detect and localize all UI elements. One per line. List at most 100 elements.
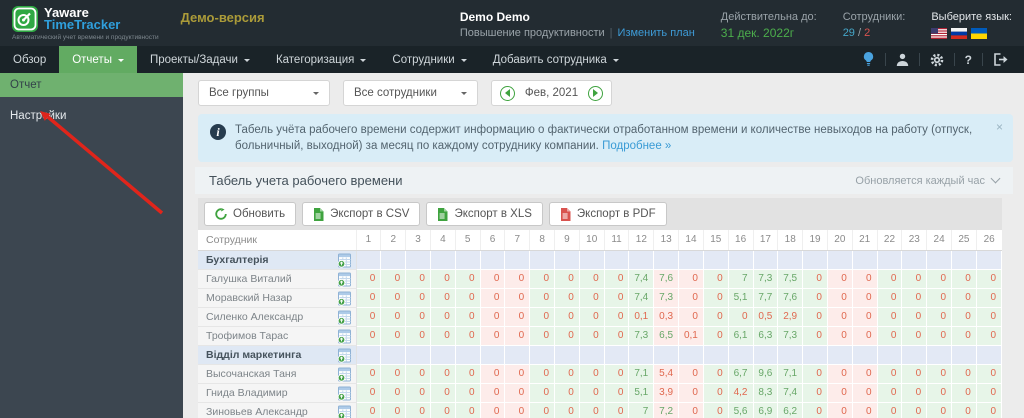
chevron-down-icon	[460, 58, 467, 65]
calendar-icon[interactable]	[337, 290, 352, 306]
hours-cell: 7,6	[777, 287, 804, 308]
group-day-cell	[926, 344, 952, 365]
hours-cell: 0	[603, 268, 630, 289]
plan-divider: |	[609, 26, 613, 39]
group-day-cell	[876, 249, 903, 270]
change-plan-link[interactable]: Изменить план	[618, 27, 695, 39]
close-icon[interactable]: ×	[996, 119, 1003, 135]
next-month-button[interactable]	[587, 85, 603, 101]
calendar-icon[interactable]	[337, 252, 352, 268]
nav-item-employees[interactable]: Сотрудники	[379, 46, 479, 73]
hours-cell: 0	[901, 382, 928, 403]
hours-cell: 0	[504, 363, 531, 384]
hours-cell: 0	[454, 306, 481, 327]
group-day-cell	[802, 344, 828, 365]
hours-cell: 0	[975, 306, 1003, 327]
bulb-icon[interactable]	[852, 52, 885, 67]
employees-label: Сотрудники:	[842, 10, 906, 23]
nav-item-reports[interactable]: Отчеты	[59, 46, 137, 73]
nav-item-projects[interactable]: Проекты/Задачи	[137, 46, 263, 73]
hours-cell: 0	[876, 268, 903, 289]
xls-file-icon	[438, 207, 448, 221]
hours-cell: 0	[876, 306, 903, 327]
hours-cell: 7,4	[628, 268, 655, 289]
nav-item-overview[interactable]: Обзор	[0, 46, 59, 73]
calendar-icon[interactable]	[337, 404, 352, 418]
ua-flag[interactable]	[971, 27, 988, 39]
hours-cell: 0	[702, 287, 729, 308]
calendar-icon[interactable]	[337, 271, 352, 287]
day-col-header: 6	[479, 230, 505, 251]
logout-icon[interactable]	[983, 53, 1018, 66]
hours-cell: 7,1	[628, 363, 655, 384]
refresh-button[interactable]: Обновить	[204, 202, 297, 226]
hours-cell: 0	[727, 306, 754, 327]
sidebar-item-report[interactable]: Отчет	[0, 73, 183, 97]
export-pdf-button[interactable]: Экспорт в PDF	[548, 202, 667, 226]
hours-cell: 0	[504, 382, 531, 403]
employees-inactive-count[interactable]: 2	[864, 27, 870, 39]
hours-cell: 0	[454, 363, 481, 384]
logo-title-bottom: TimeTracker	[44, 16, 121, 32]
user-icon[interactable]	[886, 53, 919, 67]
hours-cell: 0	[429, 268, 456, 289]
license-value: 31 дек. 2022г	[720, 25, 795, 40]
group-day-cell	[851, 344, 878, 365]
calendar-icon[interactable]	[337, 309, 352, 325]
hours-cell: 5,1	[727, 287, 754, 308]
app-logo[interactable]: Yaware TimeTracker Автоматический учет в…	[12, 5, 159, 41]
day-col-header: 16	[727, 230, 753, 251]
license-block: Действительна до: 31 дек. 2022г	[721, 9, 817, 41]
timesheet-group-row: Відділ маркетинга	[198, 344, 1003, 365]
nav-item-categorization[interactable]: Категоризация	[263, 46, 379, 73]
hours-cell: 0	[429, 401, 456, 418]
hours-cell: 0	[975, 268, 1003, 289]
ru-flag[interactable]	[951, 27, 968, 39]
group-day-cell	[951, 344, 977, 365]
yaware-logo-icon	[12, 5, 38, 32]
groups-dropdown[interactable]: Все группы	[198, 80, 330, 106]
hours-cell: 0	[355, 306, 382, 327]
employees-dropdown[interactable]: Все сотрудники	[343, 80, 478, 106]
day-col-header: 18	[777, 230, 803, 251]
more-link[interactable]: Подробнее »	[602, 140, 671, 152]
hours-cell: 0	[951, 268, 977, 289]
help-icon[interactable]: ?	[955, 53, 982, 67]
timesheet-group-row: Бухгалтерія	[198, 249, 1003, 270]
hours-cell: 0	[504, 268, 531, 289]
hours-cell: 0	[529, 306, 555, 327]
calendar-icon[interactable]	[337, 366, 352, 382]
hours-cell: 0,1	[628, 306, 655, 327]
us-flag[interactable]	[931, 27, 948, 39]
group-day-cell	[554, 249, 580, 270]
calendar-icon[interactable]	[337, 347, 352, 363]
nav-item-add-employee[interactable]: Добавить сотрудника	[480, 46, 632, 73]
info-icon: i	[210, 124, 226, 140]
timesheet-row: Зиновьев Александр 0 0 0 0 0 0 0 0 0 0 0 7 7,2 0 0 5,6 6,…	[198, 401, 1003, 418]
sidebar-item-settings[interactable]: Настройки	[0, 104, 183, 128]
hours-cell: 0	[578, 382, 605, 403]
chevron-down-icon	[313, 92, 319, 98]
calendar-icon[interactable]	[337, 328, 352, 344]
calendar-icon[interactable]	[337, 385, 352, 401]
hours-cell: 0,5	[752, 306, 779, 327]
hours-cell: 0	[802, 325, 828, 346]
hours-cell: 0	[826, 401, 853, 418]
group-day-cell	[628, 249, 655, 270]
day-col-header: 7	[504, 230, 530, 251]
hours-cell: 0	[826, 287, 853, 308]
hours-cell: 7	[628, 401, 655, 418]
hours-cell: 0	[479, 306, 506, 327]
employees-active-count[interactable]: 29	[843, 27, 855, 39]
hours-cell: 5,4	[653, 363, 680, 384]
gear-icon[interactable]	[920, 53, 954, 67]
hours-cell: 0	[529, 401, 555, 418]
hours-cell: 7,7	[752, 287, 779, 308]
update-interval-dropdown[interactable]: Обновляется каждый час	[855, 173, 1001, 187]
export-xls-button[interactable]: Экспорт в XLS	[426, 202, 543, 226]
prev-month-button[interactable]	[500, 85, 515, 101]
hours-cell: 7	[727, 268, 754, 289]
hours-cell: 0	[355, 287, 382, 308]
export-csv-button[interactable]: Экспорт в CSV	[302, 202, 421, 226]
chevron-down-icon	[243, 58, 250, 65]
